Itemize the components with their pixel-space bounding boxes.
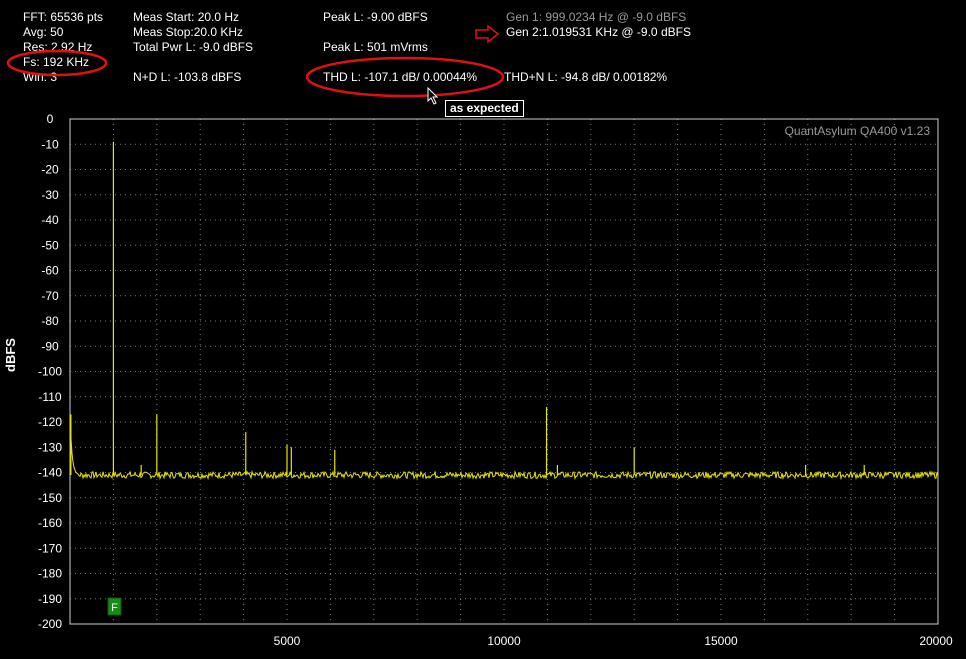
x-tick-label: 10000 [487,634,521,648]
y-tick-label: -30 [41,188,59,202]
y-tick-label: -90 [41,339,59,353]
spectrum-chart: 0 -10 -20 -30 -40 -50 -60 -70 -80 -90 -100 -110 -120… [6,24,953,648]
y-tick-label: -40 [41,213,59,227]
y-tick-label: -100 [38,365,62,379]
y-tick-label: -60 [41,264,59,278]
y-tick-label: -70 [41,289,59,303]
thd-highlight-ellipse [305,56,505,98]
x-tick-label: 5000 [274,634,301,648]
y-tick-label: -160 [38,516,62,530]
gen2-arrow-icon [475,24,500,44]
spectrum-peaks [70,141,865,476]
y-tick-label: -170 [38,541,62,555]
x-tick-label: 15000 [704,634,738,648]
x-tick-labels: 5000 10000 15000 20000 [274,634,953,648]
y-tick-label: -180 [38,567,62,581]
y-tick-label: -10 [41,137,59,151]
grid-lines [70,119,938,624]
y-tick-label: -50 [41,238,59,252]
y-tick-label: -80 [41,314,59,328]
fs-highlight-ellipse [6,49,108,77]
y-tick-label: -200 [38,617,62,631]
y-tick-label: -140 [38,466,62,480]
watermark: QuantAsylum QA400 v1.23 [785,124,931,138]
mouse-pointer-icon [427,86,439,105]
y-tick-label: -110 [38,390,61,404]
y-tick-label: -150 [38,491,62,505]
y-tick-labels: 0 -10 -20 -30 -40 -50 -60 -70 -80 -90 -100 -110 -120… [38,112,62,631]
y-tick-label: -130 [38,440,62,454]
y-tick-label: -190 [38,592,62,606]
spectrum-trace [69,414,939,481]
marker-f-label: F [111,602,118,614]
x-tick-label: 20000 [919,634,953,648]
y-tick-label: -120 [38,415,62,429]
y-tick-label: -20 [41,163,59,177]
y-tick-label: 0 [47,112,54,126]
